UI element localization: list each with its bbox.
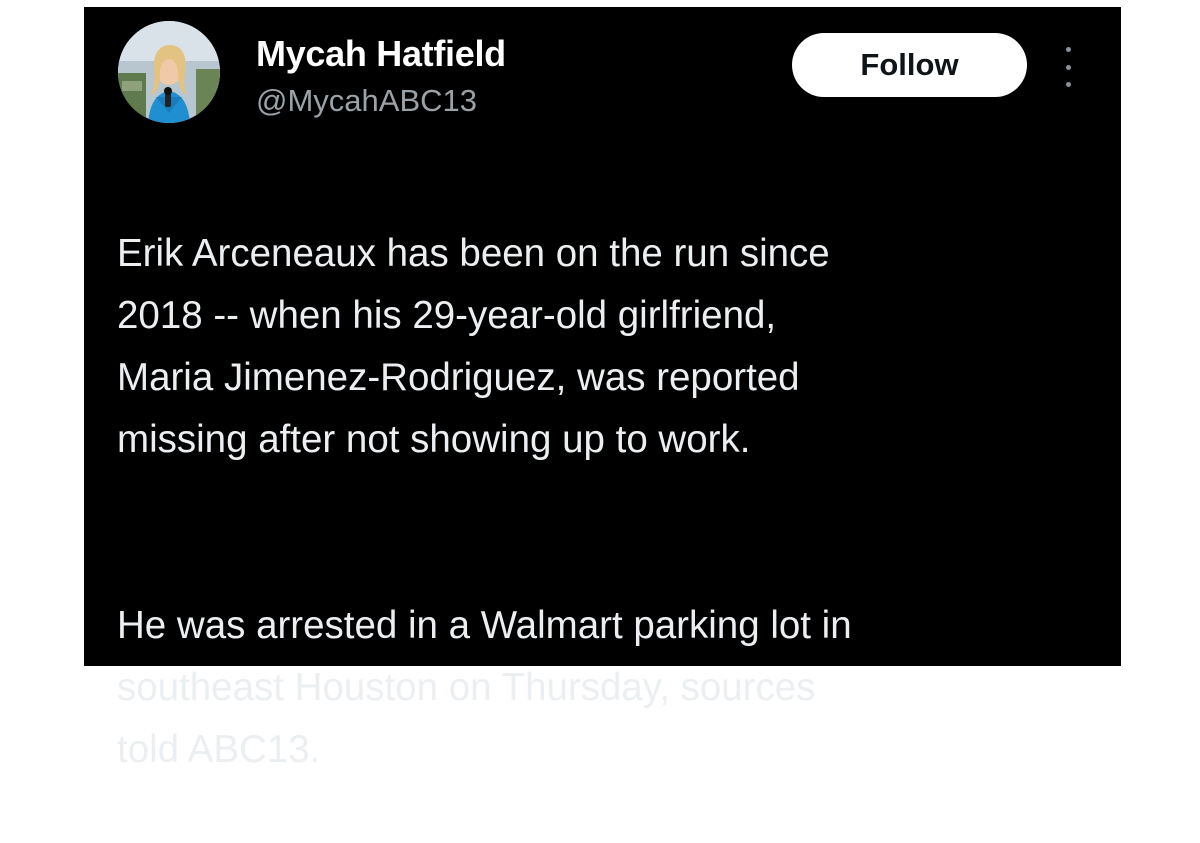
avatar[interactable] (118, 21, 220, 123)
tweet-card: Mycah Hatfield @MycahABC13 Follow Erik A… (84, 7, 1121, 771)
more-dot (1065, 64, 1071, 70)
tweet-paragraph: Erik Arceneaux has been on the run since… (117, 232, 830, 461)
author-handle[interactable]: @MycahABC13 (256, 83, 477, 119)
avatar-photo (118, 21, 220, 123)
more-dot (1065, 82, 1071, 87)
tweet-paragraph: He was arrested in a Walmart parking lot… (117, 604, 852, 771)
tweet-text: Erik Arceneaux has been on the run since… (117, 161, 1107, 843)
more-dot (1065, 47, 1071, 52)
author-display-name[interactable]: Mycah Hatfield (256, 33, 506, 75)
more-vertical-icon[interactable] (1058, 47, 1078, 87)
follow-button[interactable]: Follow (792, 33, 1027, 97)
